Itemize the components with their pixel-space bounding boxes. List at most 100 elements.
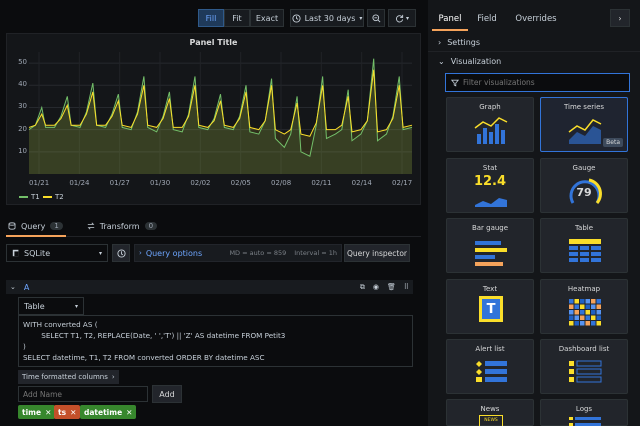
heatmap-cell [574,299,579,304]
eye-icon[interactable]: ◉ [373,283,379,291]
time-range-picker[interactable]: Last 30 days ▾ [290,9,364,27]
fill-button[interactable]: Fill [198,9,224,27]
duplicate-icon[interactable]: ⧉ [360,283,365,292]
zoom-out-button[interactable] [367,9,385,27]
collapse-pane-button[interactable]: › [610,9,630,27]
bar-gauge-icon [475,241,507,266]
logs-icon [569,417,601,426]
graph-icon [474,117,508,144]
filter-visualizations-input[interactable] [463,78,623,87]
heatmap-cell [574,310,579,315]
viz-card-graph[interactable]: Graph [446,97,534,152]
tab-panel-label: Panel [438,14,462,24]
heatmap-cell [585,310,590,315]
viz-card-text[interactable]: Text T [446,279,534,334]
viz-card-dashboard-list[interactable]: Dashboard list [540,339,628,394]
text-icon: T [479,296,503,322]
interval-info: Interval = 1h [294,249,337,257]
y-tick-label: 30 [18,102,27,111]
query-row-header[interactable]: ⌄ A ⧉ ◉ 🗑 ⠿ [6,280,413,294]
tag-time[interactable]: time ✕ [18,405,56,419]
refresh-button[interactable]: ▾ [388,9,416,27]
x-tick-label: 02/02 [190,179,211,187]
heatmap-cell [569,299,574,304]
tab-panel[interactable]: Panel [432,9,468,29]
max-data-points-info: MD = auto = 859 [229,249,287,257]
viz-card-table[interactable]: Table [540,218,628,273]
viz-card-title: News [480,405,500,413]
heatmap-icon [569,299,601,326]
sql-editor[interactable]: WITH converted AS ( SELECT T1, T2, REPLA… [18,315,413,367]
tab-overrides[interactable]: Overrides [514,9,558,29]
filter-visualizations-field[interactable] [445,73,630,92]
settings-section[interactable]: › Settings [438,38,480,47]
fit-button[interactable]: Fit [224,9,250,27]
tab-transform[interactable]: Transform 0 [85,217,159,235]
viz-card-stat[interactable]: Stat 12.4 [446,158,534,213]
heatmap-cell [569,304,574,309]
tag-label: datetime [84,407,123,417]
tag-label: time [22,407,42,417]
close-icon[interactable]: ✕ [45,408,51,417]
viz-card-alert-list[interactable]: Alert list [446,339,534,394]
close-icon[interactable]: ✕ [70,408,76,417]
add-label: Add [159,389,175,399]
format-select[interactable]: Table ▾ [18,297,84,315]
viz-card-gauge[interactable]: Gauge 79 [540,158,628,213]
heatmap-cell [580,310,585,315]
y-tick-label: 40 [18,80,27,89]
viz-card-time-series[interactable]: Time series Beta [540,97,628,152]
tab-query[interactable]: Query 1 [6,217,65,235]
query-options-bar[interactable]: › Query options MD = auto = 859 Interval… [134,244,342,262]
y-tick-label: 50 [18,58,27,67]
query-ref-id: A [23,282,30,292]
heatmap-cell [569,315,574,320]
zoom-out-icon [371,13,380,22]
heatmap-cell [591,304,596,309]
viz-card-heatmap[interactable]: Heatmap [540,279,628,334]
stat-value: 12.4 [473,174,507,189]
chevron-right-icon: › [139,249,142,257]
add-name-input[interactable] [18,386,148,402]
viz-card-bar-gauge[interactable]: Bar gauge [446,218,534,273]
viz-card-logs[interactable]: Logs [540,399,628,426]
heatmap-cell [574,315,579,320]
text-icon-letter: T [482,299,500,319]
heatmap-cell [596,315,601,320]
query-inspector-button[interactable]: Query inspector [344,244,410,262]
exact-button[interactable]: Exact [250,9,284,27]
y-tick-label: 20 [18,124,27,133]
exact-label: Exact [255,13,279,23]
heatmap-cell [591,321,596,326]
legend-label: T1 [31,193,40,201]
heatmap-cell [574,321,579,326]
series-area-t1 [29,58,412,175]
viz-card-title: Gauge [572,164,596,172]
x-tick-label: 02/17 [392,179,413,187]
datasource-picker[interactable]: SQLite ▾ [6,244,108,262]
beta-badge: Beta [603,138,623,147]
legend-item-t2[interactable]: T2 [43,193,64,201]
tab-transform-count: 0 [144,222,158,230]
transform-icon [87,222,95,230]
viz-card-title: Graph [479,103,501,111]
add-button[interactable]: Add [152,385,182,403]
drag-handle-icon[interactable]: ⠿ [404,283,409,291]
heatmap-cell [585,321,590,326]
viz-card-title: Time series [563,103,605,111]
visualization-section[interactable]: ⌄ Visualization [438,57,501,66]
heatmap-cell [585,304,590,309]
datasource-help-button[interactable] [112,244,130,262]
viz-card-title: Logs [575,405,593,413]
viz-card-title: Heatmap [567,285,601,293]
viz-card-news[interactable]: News NEWS [446,399,534,426]
close-icon[interactable]: ✕ [126,408,132,417]
tag-datetime[interactable]: datetime ✕ [80,405,137,419]
legend-item-t1[interactable]: T1 [19,193,40,201]
active-tab-indicator [6,235,66,237]
tab-field[interactable]: Field [472,9,502,29]
tab-query-label: Query [21,221,46,231]
trash-icon[interactable]: 🗑 [387,283,396,291]
tag-ts[interactable]: ts ✕ [54,405,81,419]
database-icon [8,222,16,230]
